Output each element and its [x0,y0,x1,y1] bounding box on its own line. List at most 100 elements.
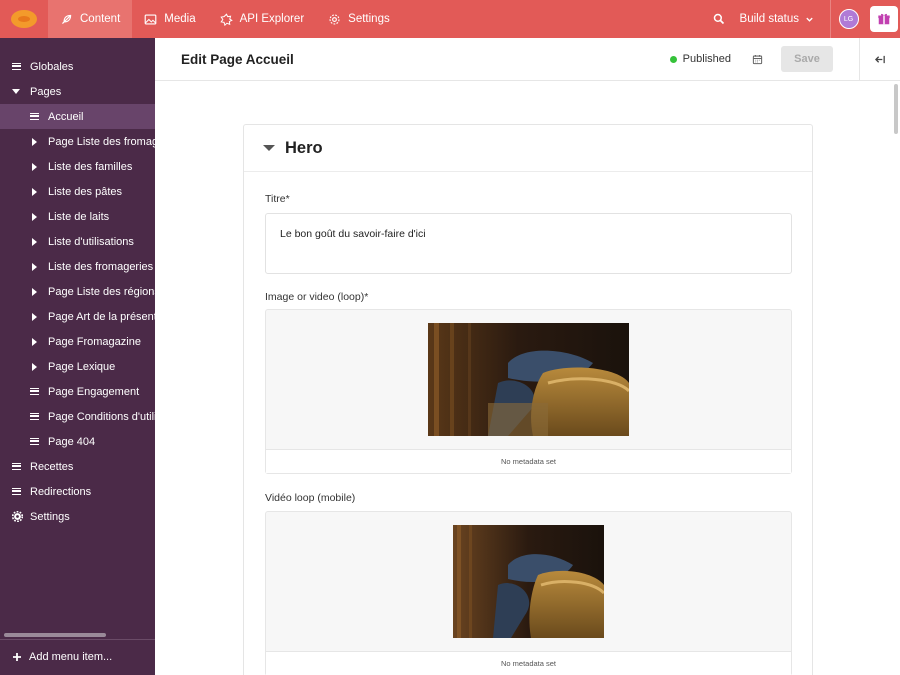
plugin-icon [219,12,233,26]
list-icon [30,413,39,420]
nav-media-label: Media [164,13,196,25]
sidebar-item-liste-pates[interactable]: Liste des pâtes [0,179,155,204]
sidebar-item-liste-familles[interactable]: Liste des familles [0,154,155,179]
sidebar-item-page-404[interactable]: Page 404 [0,429,155,454]
nav-settings[interactable]: Settings [316,0,402,38]
sidebar-item-label: Liste des fromageries [48,260,154,273]
search-icon [713,13,724,25]
image-icon [144,13,157,25]
section-title: Hero [285,138,323,157]
mobile-video-label: Vidéo loop (mobile) [265,492,356,504]
sidebar-item-liste-utilisations[interactable]: Liste d'utilisations [0,229,155,254]
hero-section-toggle[interactable]: Hero [244,125,812,172]
video-upload-field[interactable]: No metadata set [265,309,792,474]
list-icon [30,438,39,445]
sidebar-item-page-conditions[interactable]: Page Conditions d'utili [0,404,155,429]
mobile-video-metadata-text: No metadata set [266,651,791,675]
save-button[interactable]: Save [781,46,833,72]
titre-field[interactable]: Le bon goût du savoir-faire d'ici [265,213,792,274]
sidebar-item-label: Pages [30,85,62,98]
feather-icon [62,14,72,24]
sidebar-item-recettes[interactable]: Recettes [0,454,155,479]
video-metadata-text: No metadata set [266,449,791,473]
nav-api-explorer[interactable]: API Explorer [208,0,317,38]
sidebar-item-label: Page Lexique [48,360,116,373]
editor-header: Edit Page Accueil Published Save [155,37,900,81]
sidebar-item-label: Page 404 [48,435,96,448]
sidebar-item-label: Globales [30,60,74,73]
caret-right-icon [32,287,37,296]
plus-icon [13,653,21,661]
titre-label: Titre* [265,193,290,205]
list-icon [12,63,21,70]
gear-icon [329,13,340,25]
sidebar-item-label: Liste de laits [48,210,110,223]
user-avatar[interactable]: LG [838,9,859,29]
sidebar-item-label: Liste d'utilisations [48,235,134,248]
sidebar-item-globales[interactable]: Globales [0,54,155,79]
collapse-left-icon [874,55,885,63]
sidebar-item-label: Page Engagement [48,385,140,398]
whats-new-button[interactable] [870,6,898,32]
add-menu-item-button[interactable]: Add menu item... [12,651,112,663]
sidebar-item-label: Page Liste des fromag [48,135,155,148]
sidebar-item-label: Recettes [30,460,74,473]
caret-right-icon [32,262,37,271]
nav-content[interactable]: Content [48,0,133,38]
caret-right-icon [32,237,37,246]
list-icon [30,388,39,395]
search-button[interactable] [704,0,734,38]
sidebar-item-liste-laits[interactable]: Liste de laits [0,204,155,229]
video-frame-image [453,525,604,638]
sidebar-item-label: Page Art de la présenta [48,310,155,323]
build-status-label: Build status [739,13,799,25]
caret-right-icon [32,187,37,196]
sidebar-item-label: Page Liste des régions [48,285,155,298]
sidebar: Globales Pages Accueil Page Liste des fr… [0,38,155,675]
caret-down-icon [263,145,275,151]
sidebar-item-label: Liste des familles [48,160,133,173]
hero-section: Hero Titre* Le bon goût du savoir-faire … [243,124,813,675]
sidebar-item-page-liste-fromages[interactable]: Page Liste des fromag [0,129,155,154]
nav-content-label: Content [80,13,121,25]
sidebar-divider [0,639,155,640]
sidebar-item-page-art-presentation[interactable]: Page Art de la présenta [0,304,155,329]
sidebar-item-label: Liste des pâtes [48,185,122,198]
sidebar-item-label: Page Fromagazine [48,335,141,348]
video-thumbnail[interactable] [428,323,629,436]
sidebar-item-label: Accueil [48,110,84,123]
nav-media[interactable]: Media [132,0,207,38]
collapse-panel-button[interactable] [859,37,900,81]
sidebar-item-accueil[interactable]: Accueil [0,104,155,129]
sidebar-item-page-fromagazine[interactable]: Page Fromagazine [0,329,155,354]
sidebar-item-redirections[interactable]: Redirections [0,479,155,504]
sidebar-item-page-lexique[interactable]: Page Lexique [0,354,155,379]
sidebar-scrollbar[interactable] [4,633,106,637]
caret-right-icon [32,312,37,321]
sidebar-item-page-engagement[interactable]: Page Engagement [0,379,155,404]
nav-settings-label: Settings [348,13,390,25]
caret-right-icon [32,137,37,146]
app-logo[interactable] [0,0,48,38]
editor-content: Hero Titre* Le bon goût du savoir-faire … [155,82,900,675]
video-label: Image or video (loop)* [265,291,369,303]
list-icon [12,488,21,495]
sidebar-item-liste-fromageries[interactable]: Liste des fromageries [0,254,155,279]
status-label: Published [682,53,731,65]
video-frame-image [428,323,629,436]
mobile-video-thumbnail[interactable] [453,525,604,638]
caret-right-icon [32,162,37,171]
mobile-video-upload-field[interactable]: No metadata set [265,511,792,675]
sidebar-item-pages[interactable]: Pages [0,79,155,104]
sidebar-item-label: Page Conditions d'utili [48,410,155,423]
content-scrollbar[interactable] [894,84,898,134]
schedule-button[interactable] [747,54,767,65]
caret-right-icon [32,212,37,221]
sidebar-item-settings[interactable]: Settings [0,504,155,529]
caret-right-icon [32,337,37,346]
gear-icon [12,511,23,522]
page-title: Edit Page Accueil [181,51,294,67]
sidebar-item-page-liste-regions[interactable]: Page Liste des régions [0,279,155,304]
list-icon [30,113,39,120]
build-status-dropdown[interactable]: Build status [734,13,826,25]
